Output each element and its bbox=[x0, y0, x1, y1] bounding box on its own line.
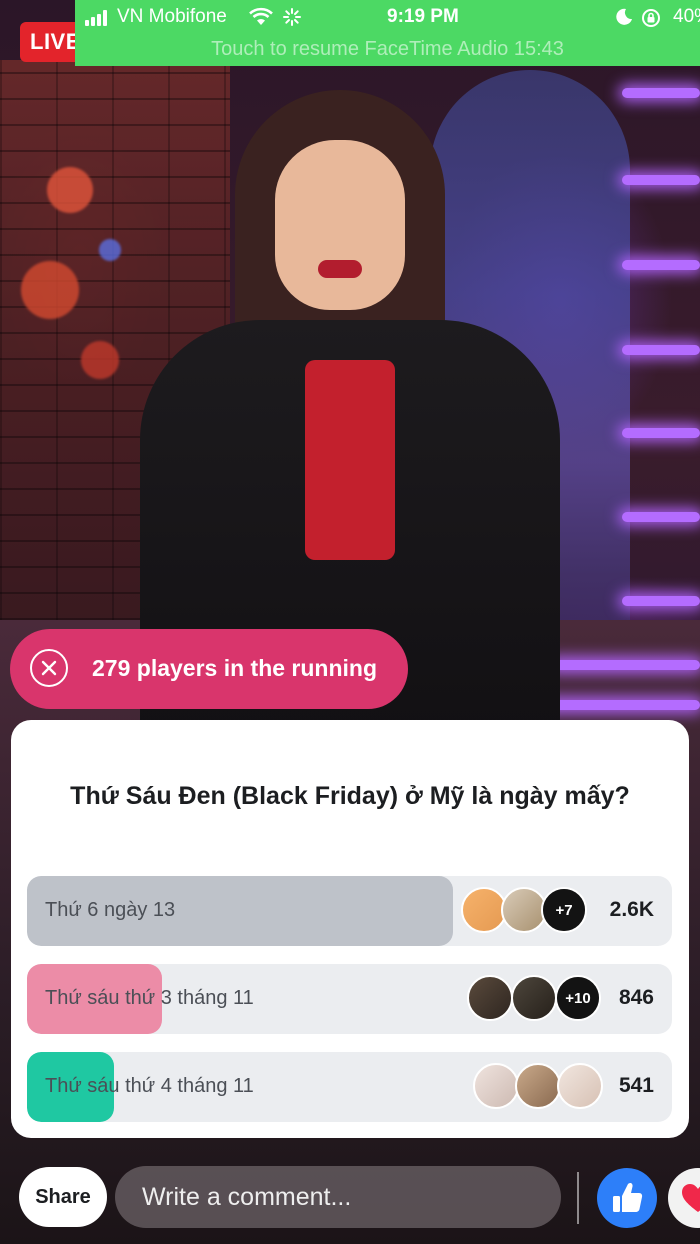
video-neon-light bbox=[622, 596, 700, 606]
avatar: +7 bbox=[541, 887, 587, 933]
avatar: +10 bbox=[555, 975, 601, 1021]
comment-input[interactable] bbox=[115, 1166, 561, 1228]
loading-spinner-icon bbox=[283, 8, 301, 26]
do-not-disturb-moon-icon bbox=[616, 8, 632, 25]
video-neon-light bbox=[622, 345, 700, 355]
answer-label: Thứ sáu thứ 4 tháng 11 bbox=[45, 1075, 254, 1097]
video-neon-light bbox=[622, 512, 700, 522]
status-time: 9:19 PM bbox=[387, 6, 459, 27]
facetime-resume-banner[interactable]: Touch to resume FaceTime Audio 15:43 bbox=[75, 38, 700, 61]
avatar bbox=[511, 975, 557, 1021]
more-voters-count: +10 bbox=[557, 977, 599, 1019]
more-voters-count: +7 bbox=[543, 889, 585, 931]
players-remaining-pill: 279 players in the running bbox=[10, 629, 408, 709]
status-bar[interactable]: VN Mobifone 9:19 PM 40% Touch to resume … bbox=[75, 0, 700, 66]
avatar bbox=[515, 1063, 561, 1109]
love-reaction-button[interactable] bbox=[668, 1168, 700, 1228]
answer-option-1[interactable]: Thứ 6 ngày 13 +7 2.6K bbox=[27, 876, 672, 946]
video-flower-decoration bbox=[10, 140, 140, 400]
heart-icon bbox=[682, 1184, 700, 1212]
answer-vote-count: 846 bbox=[618, 986, 654, 1009]
video-neon-light bbox=[622, 260, 700, 270]
video-neon-light bbox=[622, 88, 700, 98]
comment-bar-divider bbox=[577, 1172, 579, 1224]
share-button[interactable]: Share bbox=[19, 1167, 107, 1227]
answer-option-2[interactable]: Thứ sáu thứ 3 tháng 11 +10 846 bbox=[27, 964, 672, 1034]
answer-label: Thứ 6 ngày 13 bbox=[45, 899, 176, 921]
signal-strength-icon bbox=[85, 10, 111, 26]
question-text: Thứ Sáu Đen (Black Friday) ở Mỹ là ngày … bbox=[70, 782, 630, 810]
avatar bbox=[473, 1063, 519, 1109]
video-neon-light bbox=[622, 175, 700, 185]
answer-option-3[interactable]: Thứ sáu thứ 4 tháng 11 541 bbox=[27, 1052, 672, 1122]
answer-label: Thứ sáu thứ 3 tháng 11 bbox=[45, 987, 254, 1009]
answer-vote-count: 2.6K bbox=[609, 898, 654, 921]
live-badge: LIVE bbox=[20, 22, 80, 62]
eliminated-x-icon bbox=[30, 649, 68, 687]
avatar bbox=[467, 975, 513, 1021]
carrier-name: VN Mobifone bbox=[117, 6, 227, 27]
battery-percentage: 40% bbox=[673, 6, 700, 27]
video-neon-light bbox=[622, 428, 700, 438]
avatar bbox=[557, 1063, 603, 1109]
answer-vote-count: 541 bbox=[618, 1074, 654, 1097]
thumbs-up-icon bbox=[613, 1182, 643, 1212]
rotation-lock-icon bbox=[642, 9, 660, 27]
quiz-question-card: Thứ Sáu Đen (Black Friday) ở Mỹ là ngày … bbox=[11, 720, 689, 1138]
players-count-text: 279 players in the running bbox=[92, 655, 378, 681]
like-reaction-button[interactable] bbox=[597, 1168, 657, 1228]
comment-bar: Share bbox=[0, 1150, 700, 1244]
video-neon-light bbox=[550, 660, 700, 670]
wifi-icon bbox=[249, 7, 273, 25]
